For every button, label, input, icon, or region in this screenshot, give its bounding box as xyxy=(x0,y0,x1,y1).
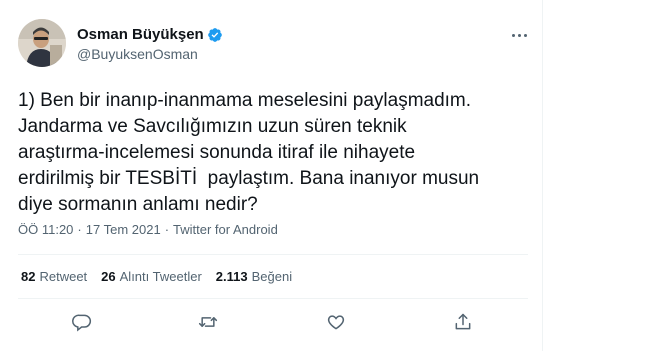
likes-label: Beğeni xyxy=(251,269,293,284)
meta-separator: · xyxy=(77,222,82,237)
tweet-time[interactable]: ÖÖ 11:20 xyxy=(18,222,73,237)
quotes-stat[interactable]: 26 Alıntı Tweetler xyxy=(101,269,202,284)
heart-icon[interactable] xyxy=(326,312,348,334)
retweets-label: Retweet xyxy=(39,269,88,284)
likes-stat[interactable]: 2.113 Beğeni xyxy=(216,269,292,284)
retweets-count: 82 xyxy=(21,269,36,284)
likes-count: 2.113 xyxy=(215,269,248,284)
meta-separator: · xyxy=(164,222,170,237)
avatar[interactable] xyxy=(18,19,66,67)
tweet-text: 1) Ben bir inanıp-inanmama meselesini pa… xyxy=(18,90,480,215)
retweet-icon[interactable] xyxy=(198,312,220,334)
author-name-row[interactable]: Osman Büyükşen xyxy=(77,26,223,43)
quotes-count: 26 xyxy=(101,269,116,284)
author-name[interactable]: Osman Büyükşen xyxy=(77,26,204,43)
tweet-stats: 82 Retweet 26 Alıntı Tweetler 2.113 Beğe… xyxy=(21,269,306,284)
retweets-stat[interactable]: 82 Retweet xyxy=(21,269,87,284)
tweet-source[interactable]: Twitter for Android xyxy=(173,222,278,237)
share-icon[interactable] xyxy=(453,312,475,334)
more-icon[interactable] xyxy=(507,27,531,43)
tweet-card: Osman Büyükşen @BuyuksenOsman 1) Ben bir… xyxy=(0,0,543,351)
tweet-timestamp: ÖÖ 11:20 · 17 Tem 2021 · Twitter for And… xyxy=(18,222,278,237)
reply-icon[interactable] xyxy=(72,312,94,334)
divider xyxy=(18,254,528,255)
verified-badge-icon xyxy=(207,27,223,43)
author-handle[interactable]: @BuyuksenOsman xyxy=(77,46,198,62)
tweet-actions xyxy=(0,312,543,334)
quotes-label: Alıntı Tweetler xyxy=(119,269,202,284)
tweet-date[interactable]: 17 Tem 2021 xyxy=(86,222,161,237)
divider xyxy=(18,298,528,299)
